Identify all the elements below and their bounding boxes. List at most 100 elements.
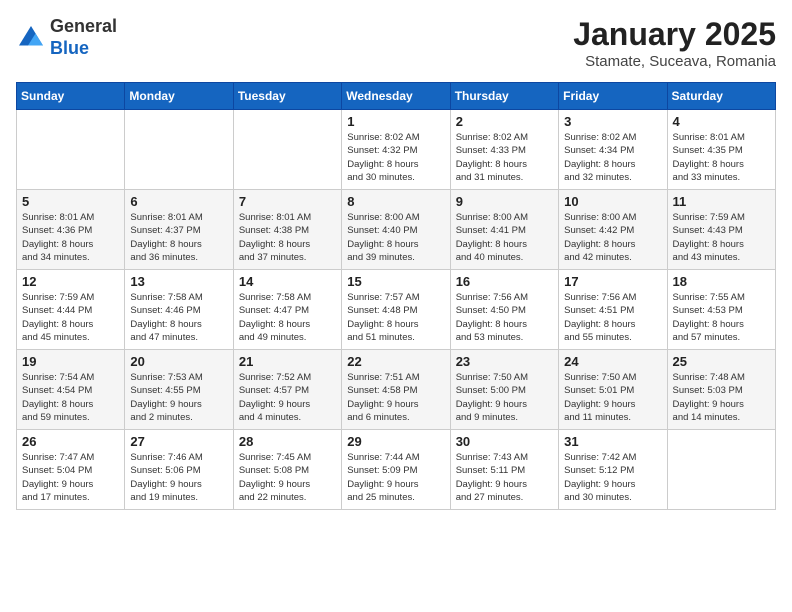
calendar-cell: 15 Sunrise: 7:57 AM Sunset: 4:48 PM Dayli… [342,270,450,350]
calendar-cell: 29Sunrise: 7:44 AM Sunset: 5:09 PM Dayli… [342,430,450,510]
day-number: 14 [239,274,336,289]
calendar-cell [667,430,775,510]
month-title: January 2025 [573,16,776,53]
calendar-table: SundayMondayTuesdayWednesdayThursdayFrid… [16,82,776,510]
day-number: 29 [347,434,444,449]
week-row-5: 26Sunrise: 7:47 AM Sunset: 5:04 PM Dayli… [17,430,776,510]
calendar-cell: 26Sunrise: 7:47 AM Sunset: 5:04 PM Dayli… [17,430,125,510]
calendar-cell: 3 Sunrise: 8:02 AM Sunset: 4:34 PM Daylig… [559,110,667,190]
calendar-cell: 31 Sunrise: 7:42 AM Sunset: 5:12 PM Dayli… [559,430,667,510]
calendar-cell: 4 Sunrise: 8:01 AM Sunset: 4:35 PM Daylig… [667,110,775,190]
day-info: Sunrise: 8:01 AM Sunset: 4:37 PM Dayligh… [130,211,227,264]
week-row-2: 5 Sunrise: 8:01 AM Sunset: 4:36 PM Daylig… [17,190,776,270]
day-info: Sunrise: 7:53 AM Sunset: 4:55 PM Dayligh… [130,371,227,424]
day-info: Sunrise: 7:58 AM Sunset: 4:46 PM Dayligh… [130,291,227,344]
day-number: 22 [347,354,444,369]
day-info: Sunrise: 7:59 AM Sunset: 4:44 PM Dayligh… [22,291,119,344]
day-number: 31 [564,434,661,449]
header-cell-friday: Friday [559,83,667,110]
day-number: 16 [456,274,553,289]
calendar-header: SundayMondayTuesdayWednesdayThursdayFrid… [17,83,776,110]
header-cell-tuesday: Tuesday [233,83,341,110]
location: Stamate, Suceava, Romania [573,53,776,70]
calendar-cell: 6 Sunrise: 8:01 AM Sunset: 4:37 PM Daylig… [125,190,233,270]
day-number: 3 [564,114,661,129]
calendar-cell: 1Sunrise: 8:02 AM Sunset: 4:32 PM Daylig… [342,110,450,190]
calendar-cell: 16 Sunrise: 7:56 AM Sunset: 4:50 PM Dayli… [450,270,558,350]
day-info: Sunrise: 7:56 AM Sunset: 4:50 PM Dayligh… [456,291,553,344]
header-cell-saturday: Saturday [667,83,775,110]
calendar-cell: 21 Sunrise: 7:52 AM Sunset: 4:57 PM Dayli… [233,350,341,430]
calendar-cell: 23Sunrise: 7:50 AM Sunset: 5:00 PM Dayli… [450,350,558,430]
calendar-cell: 24Sunrise: 7:50 AM Sunset: 5:01 PM Dayli… [559,350,667,430]
calendar-cell: 10Sunrise: 8:00 AM Sunset: 4:42 PM Dayli… [559,190,667,270]
calendar-cell: 2Sunrise: 8:02 AM Sunset: 4:33 PM Daylig… [450,110,558,190]
week-row-1: 1Sunrise: 8:02 AM Sunset: 4:32 PM Daylig… [17,110,776,190]
calendar-cell: 28Sunrise: 7:45 AM Sunset: 5:08 PM Dayli… [233,430,341,510]
day-number: 8 [347,194,444,209]
day-info: Sunrise: 7:58 AM Sunset: 4:47 PM Dayligh… [239,291,336,344]
day-info: Sunrise: 8:00 AM Sunset: 4:41 PM Dayligh… [456,211,553,264]
calendar-cell: 25Sunrise: 7:48 AM Sunset: 5:03 PM Dayli… [667,350,775,430]
day-info: Sunrise: 7:59 AM Sunset: 4:43 PM Dayligh… [673,211,770,264]
day-info: Sunrise: 7:57 AM Sunset: 4:48 PM Dayligh… [347,291,444,344]
day-info: Sunrise: 7:47 AM Sunset: 5:04 PM Dayligh… [22,451,119,504]
day-number: 15 [347,274,444,289]
day-number: 6 [130,194,227,209]
calendar-body: 1Sunrise: 8:02 AM Sunset: 4:32 PM Daylig… [17,110,776,510]
calendar-cell: 14 Sunrise: 7:58 AM Sunset: 4:47 PM Dayli… [233,270,341,350]
calendar-cell [125,110,233,190]
day-number: 30 [456,434,553,449]
day-info: Sunrise: 7:54 AM Sunset: 4:54 PM Dayligh… [22,371,119,424]
day-number: 20 [130,354,227,369]
header-cell-wednesday: Wednesday [342,83,450,110]
week-row-3: 12Sunrise: 7:59 AM Sunset: 4:44 PM Dayli… [17,270,776,350]
day-number: 5 [22,194,119,209]
day-number: 23 [456,354,553,369]
day-info: Sunrise: 7:51 AM Sunset: 4:58 PM Dayligh… [347,371,444,424]
calendar-cell: 17 Sunrise: 7:56 AM Sunset: 4:51 PM Dayli… [559,270,667,350]
day-info: Sunrise: 7:56 AM Sunset: 4:51 PM Dayligh… [564,291,661,344]
calendar-cell: 20 Sunrise: 7:53 AM Sunset: 4:55 PM Dayli… [125,350,233,430]
calendar-cell [17,110,125,190]
day-number: 1 [347,114,444,129]
calendar-cell [233,110,341,190]
day-info: Sunrise: 8:02 AM Sunset: 4:34 PM Dayligh… [564,131,661,184]
calendar-cell: 13Sunrise: 7:58 AM Sunset: 4:46 PM Dayli… [125,270,233,350]
day-info: Sunrise: 8:01 AM Sunset: 4:36 PM Dayligh… [22,211,119,264]
day-info: Sunrise: 8:01 AM Sunset: 4:38 PM Dayligh… [239,211,336,264]
day-info: Sunrise: 8:01 AM Sunset: 4:35 PM Dayligh… [673,131,770,184]
day-number: 2 [456,114,553,129]
day-number: 4 [673,114,770,129]
logo-blue: Blue [50,38,89,58]
day-info: Sunrise: 7:42 AM Sunset: 5:12 PM Dayligh… [564,451,661,504]
calendar-cell: 12Sunrise: 7:59 AM Sunset: 4:44 PM Dayli… [17,270,125,350]
header-cell-monday: Monday [125,83,233,110]
day-number: 25 [673,354,770,369]
header-cell-sunday: Sunday [17,83,125,110]
logo: General Blue [16,16,117,59]
calendar-cell: 5 Sunrise: 8:01 AM Sunset: 4:36 PM Daylig… [17,190,125,270]
day-number: 21 [239,354,336,369]
day-number: 27 [130,434,227,449]
logo-icon [16,23,46,53]
day-number: 11 [673,194,770,209]
day-info: Sunrise: 7:55 AM Sunset: 4:53 PM Dayligh… [673,291,770,344]
day-number: 17 [564,274,661,289]
calendar-cell: 11 Sunrise: 7:59 AM Sunset: 4:43 PM Dayli… [667,190,775,270]
day-info: Sunrise: 8:00 AM Sunset: 4:40 PM Dayligh… [347,211,444,264]
day-number: 19 [22,354,119,369]
day-number: 28 [239,434,336,449]
day-info: Sunrise: 7:46 AM Sunset: 5:06 PM Dayligh… [130,451,227,504]
day-number: 24 [564,354,661,369]
day-number: 10 [564,194,661,209]
calendar-cell: 9Sunrise: 8:00 AM Sunset: 4:41 PM Daylig… [450,190,558,270]
day-info: Sunrise: 7:43 AM Sunset: 5:11 PM Dayligh… [456,451,553,504]
calendar-cell: 19 Sunrise: 7:54 AM Sunset: 4:54 PM Dayli… [17,350,125,430]
page-header: General Blue January 2025 Stamate, Sucea… [16,16,776,70]
header-row: SundayMondayTuesdayWednesdayThursdayFrid… [17,83,776,110]
week-row-4: 19 Sunrise: 7:54 AM Sunset: 4:54 PM Dayli… [17,350,776,430]
calendar-cell: 30 Sunrise: 7:43 AM Sunset: 5:11 PM Dayli… [450,430,558,510]
logo-general: General [50,16,117,36]
day-info: Sunrise: 7:52 AM Sunset: 4:57 PM Dayligh… [239,371,336,424]
